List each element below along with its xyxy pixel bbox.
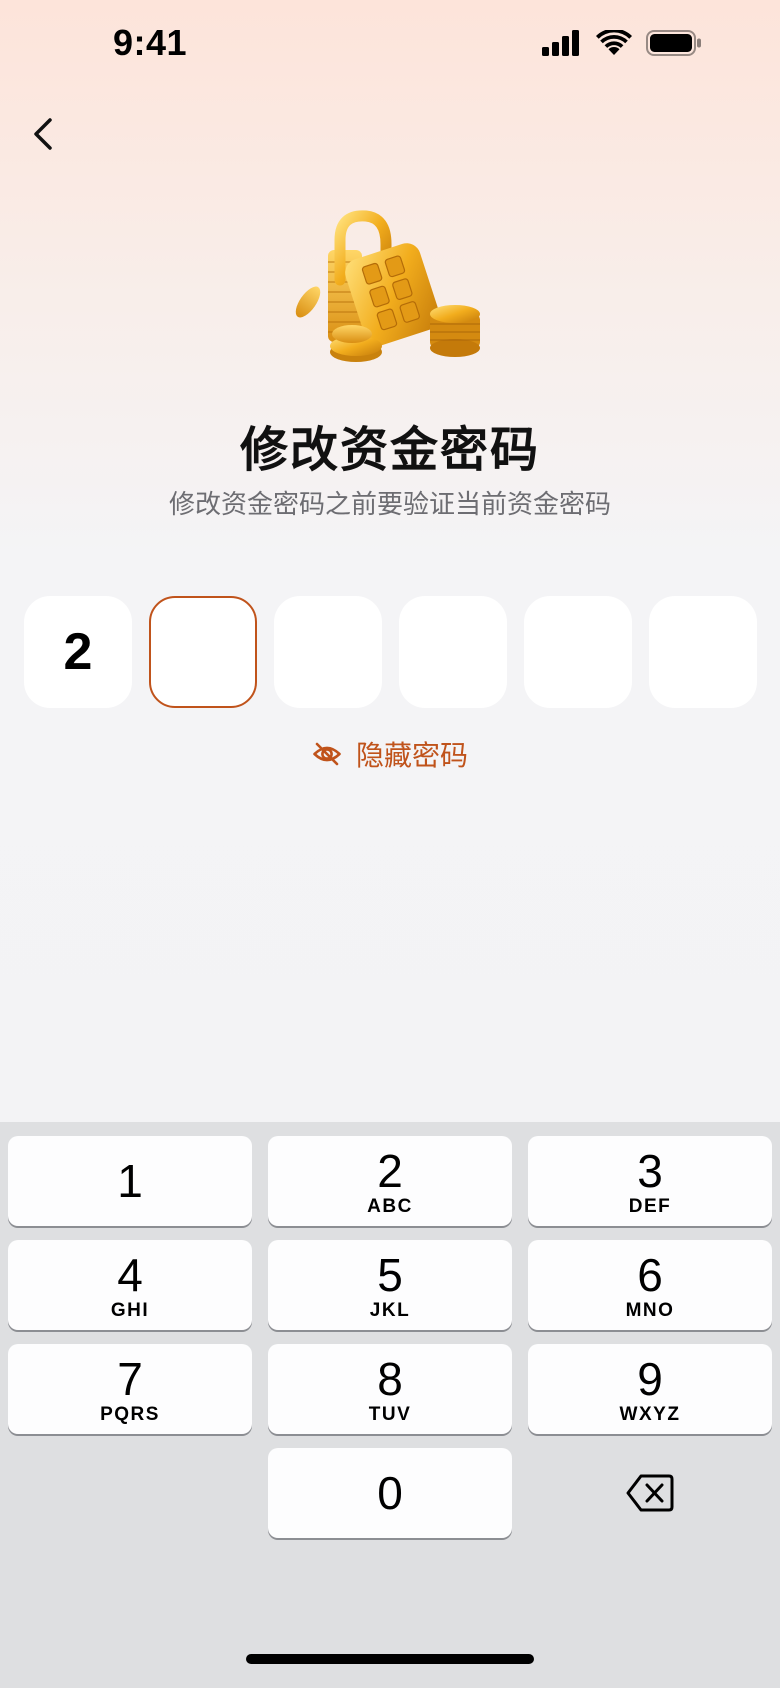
key-8[interactable]: 8 TUV (268, 1344, 512, 1434)
key-number: 8 (377, 1353, 403, 1405)
hide-password-label: 隐藏密码 (355, 739, 468, 772)
key-6[interactable]: 6 MNO (528, 1240, 772, 1330)
back-button[interactable] (24, 106, 68, 162)
key-letters: JKL (369, 1300, 411, 1321)
key-letters: ABC (367, 1196, 413, 1217)
key-3[interactable]: 3 DEF (528, 1136, 772, 1226)
key-letters: MNO (625, 1300, 675, 1321)
key-number: 1 (117, 1155, 143, 1207)
pin-digit-box-active[interactable] (149, 596, 257, 708)
key-number: 6 (637, 1249, 663, 1301)
pin-digit-box[interactable] (649, 596, 757, 708)
key-number: 9 (637, 1353, 663, 1405)
key-5[interactable]: 5 JKL (268, 1240, 512, 1330)
key-letters: GHI (110, 1300, 150, 1321)
key-letters: DEF (628, 1196, 672, 1217)
pin-digit-box[interactable] (274, 596, 382, 708)
pin-digit-box[interactable] (399, 596, 507, 708)
home-indicator (246, 1654, 534, 1664)
cellular-signal-icon (542, 30, 579, 56)
delete-key[interactable] (528, 1448, 772, 1538)
chevron-left-icon (34, 118, 52, 150)
key-number: 3 (637, 1145, 663, 1197)
key-letters: PQRS (100, 1404, 160, 1425)
pin-input-row: 2 (24, 596, 757, 708)
key-4[interactable]: 4 GHI (8, 1240, 252, 1330)
key-number: 0 (377, 1467, 403, 1519)
key-2[interactable]: 2 ABC (268, 1136, 512, 1226)
lock-coins-illustration (290, 210, 490, 390)
battery-icon (646, 30, 701, 56)
backspace-icon (626, 1474, 674, 1512)
key-number: 2 (377, 1145, 403, 1197)
wifi-icon (596, 30, 632, 55)
key-letters: WXYZ (619, 1404, 681, 1425)
pin-digit-box[interactable] (524, 596, 632, 708)
status-time: 9:41 (113, 22, 188, 63)
key-1[interactable]: 1 (8, 1136, 252, 1226)
key-0[interactable]: 0 (268, 1448, 512, 1538)
eye-off-icon (313, 742, 341, 766)
numeric-keypad: 1 2 ABC 3 DEF 4 GHI 5 JKL 6 MNO 7 PQRS 8… (0, 1122, 780, 1688)
key-9[interactable]: 9 WXYZ (528, 1344, 772, 1434)
key-number: 4 (117, 1249, 143, 1301)
key-7[interactable]: 7 PQRS (8, 1344, 252, 1434)
status-icons (542, 30, 702, 56)
key-number: 5 (377, 1249, 403, 1301)
page-title: 修改资金密码 (239, 422, 540, 478)
key-number: 7 (117, 1353, 143, 1405)
hide-password-toggle[interactable]: 隐藏密码 (0, 734, 780, 774)
status-bar: 9:41 (0, 0, 780, 90)
page-subtitle: 修改资金密码之前要验证当前资金密码 (168, 490, 611, 520)
key-letters: TUV (368, 1404, 412, 1425)
pin-digit-box[interactable]: 2 (24, 596, 132, 708)
